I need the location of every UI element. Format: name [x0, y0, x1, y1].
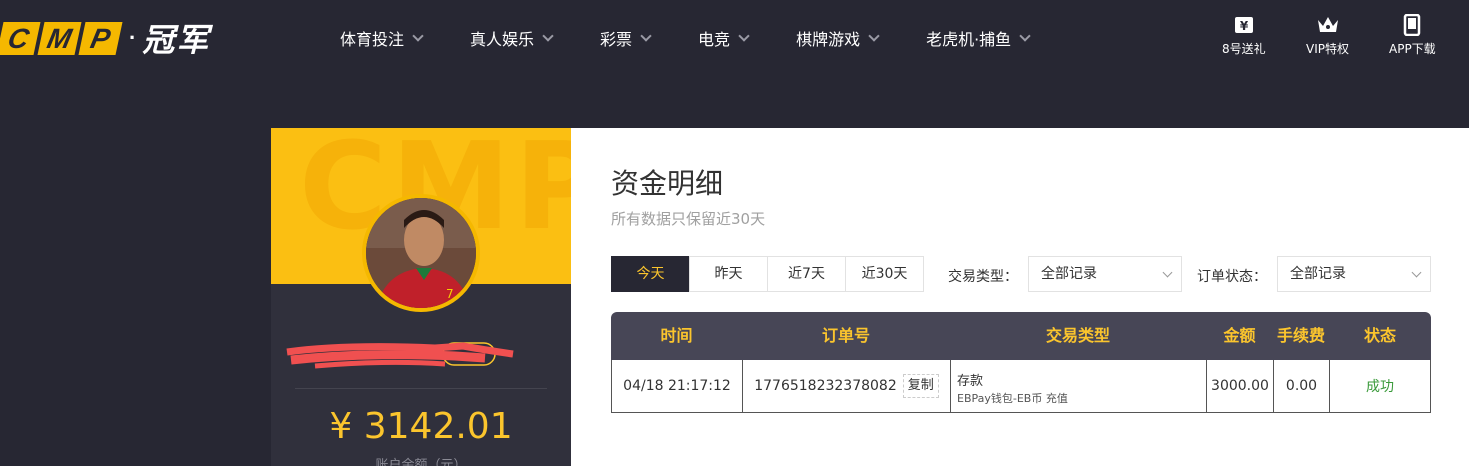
- select-value: 全部记录: [1290, 266, 1346, 282]
- main-nav: 体育投注 真人娱乐 彩票 电竞 棋牌游戏 老虎机·捕鱼: [340, 26, 1077, 50]
- logo-letter: C: [0, 21, 41, 55]
- logo-letter: M: [37, 21, 82, 55]
- fund-details-panel: 资金明细 所有数据只保留近30天 今天 昨天 近7天 近30天 交易类型： 全部…: [571, 128, 1469, 466]
- crown-icon: [1317, 17, 1338, 32]
- logo-dot: ·: [129, 25, 137, 50]
- column-header-fee: 手续费: [1276, 326, 1325, 345]
- nav-item-lottery[interactable]: 彩票: [600, 26, 652, 50]
- page-title: 资金明细: [611, 167, 724, 200]
- nav-item-slots-fishing[interactable]: 老虎机·捕鱼: [926, 26, 1031, 50]
- transaction-type-select[interactable]: 全部记录: [1028, 256, 1182, 292]
- nav-label: 棋牌游戏: [796, 30, 861, 49]
- nav-label: 体育投注: [340, 30, 405, 49]
- cell-time: 04/18 21:17:12: [612, 360, 743, 412]
- chevron-down-icon: [1019, 30, 1031, 42]
- gift-ticket-icon: ¥: [1234, 17, 1253, 33]
- nav-item-live-casino[interactable]: 真人娱乐: [470, 26, 554, 50]
- quick-link-label: 8号送礼: [1222, 42, 1266, 56]
- quick-link-label: VIP特权: [1306, 42, 1349, 56]
- nav-item-esports[interactable]: 电竞: [698, 26, 750, 50]
- redaction-scribble: [286, 342, 514, 369]
- transaction-channel: EBPay钱包-EB币 充值: [957, 392, 1068, 405]
- column-header-status: 状态: [1363, 326, 1396, 345]
- chevron-down-icon: [640, 30, 652, 42]
- quick-link-app[interactable]: APP下载: [1389, 14, 1436, 57]
- cell-type: 存款 EBPay钱包-EB币 充值: [951, 360, 1207, 412]
- site-logo[interactable]: C M P · 冠军: [0, 18, 211, 59]
- copy-button[interactable]: 复制: [902, 374, 939, 398]
- cell-order-no: 1776518232378082 复制: [743, 360, 951, 412]
- table-row: 04/18 21:17:12 1776518232378082 复制 存款 EB…: [611, 360, 1431, 413]
- order-status-label: 订单状态：: [1197, 269, 1267, 285]
- nav-label: 真人娱乐: [470, 30, 535, 49]
- chevron-down-icon: [1162, 267, 1173, 278]
- nav-item-sports[interactable]: 体育投注: [340, 26, 424, 50]
- svg-text:7: 7: [446, 287, 454, 301]
- column-header-order-no: 订单号: [821, 326, 870, 345]
- cell-fee: 0.00: [1274, 360, 1330, 412]
- status-badge: 成功: [1366, 379, 1394, 395]
- phone-icon: [1404, 14, 1421, 36]
- chevron-down-icon: [738, 30, 750, 42]
- nav-label: 老虎机·捕鱼: [926, 30, 1012, 49]
- select-value: 全部记录: [1041, 266, 1097, 282]
- top-navigation-bar: C M P · 冠军 体育投注 真人娱乐 彩票 电竞 棋牌游戏 老虎机·捕鱼 ¥…: [0, 0, 1469, 80]
- account-balance: ¥ 3142.01: [329, 406, 513, 447]
- avatar[interactable]: 7: [362, 194, 480, 312]
- tab-today[interactable]: 今天: [611, 256, 690, 292]
- sidebar-divider: [295, 388, 547, 389]
- chevron-down-icon: [542, 30, 554, 42]
- balance-label: 账户余额（元）: [375, 458, 467, 466]
- page-subtitle: 所有数据只保留近30天: [611, 210, 766, 228]
- transaction-type: 存款: [957, 374, 984, 389]
- order-number: 1776518232378082: [754, 378, 897, 394]
- svg-text:¥: ¥: [1240, 19, 1249, 33]
- avatar-image: 7: [366, 198, 476, 308]
- quick-link-gift[interactable]: ¥ 8号送礼: [1222, 14, 1266, 57]
- date-range-tabs: 今天 昨天 近7天 近30天: [611, 256, 924, 292]
- transactions-table: 时间 订单号 交易类型 金额 手续费 状态 04/18 21:17:12 177…: [611, 312, 1431, 413]
- transaction-type-label: 交易类型：: [948, 269, 1018, 285]
- chevron-down-icon: [412, 30, 424, 42]
- quick-link-vip[interactable]: VIP特权: [1306, 14, 1349, 57]
- logo-name: 冠军: [142, 21, 211, 59]
- chevron-down-icon: [1411, 267, 1422, 278]
- nav-item-card-games[interactable]: 棋牌游戏: [796, 26, 880, 50]
- order-status-select[interactable]: 全部记录: [1277, 256, 1431, 292]
- table-header: 时间 订单号 交易类型 金额 手续费 状态: [611, 312, 1431, 360]
- column-header-type: 交易类型: [1045, 326, 1110, 345]
- logo-letter: P: [78, 21, 123, 55]
- chevron-down-icon: [868, 30, 880, 42]
- column-header-amount: 金额: [1223, 326, 1256, 345]
- column-header-time: 时间: [660, 326, 693, 345]
- cell-status: 成功: [1330, 360, 1430, 412]
- cell-amount: 3000.00: [1207, 360, 1274, 412]
- tab-last-30-days[interactable]: 近30天: [845, 256, 924, 292]
- tab-last-7-days[interactable]: 近7天: [767, 256, 846, 292]
- tab-yesterday[interactable]: 昨天: [689, 256, 768, 292]
- account-content: CMP 7 ¥ 3142.01 账户余额（元） 资金明细 所有数据只保留近30天…: [271, 128, 1469, 466]
- nav-label: 电竞: [698, 30, 731, 49]
- username-redacted: [285, 340, 515, 370]
- user-sidebar: CMP 7 ¥ 3142.01 账户余额（元）: [271, 128, 571, 466]
- quick-link-label: APP下载: [1389, 42, 1436, 56]
- nav-label: 彩票: [600, 30, 633, 49]
- logo-letters: C M P: [0, 21, 123, 55]
